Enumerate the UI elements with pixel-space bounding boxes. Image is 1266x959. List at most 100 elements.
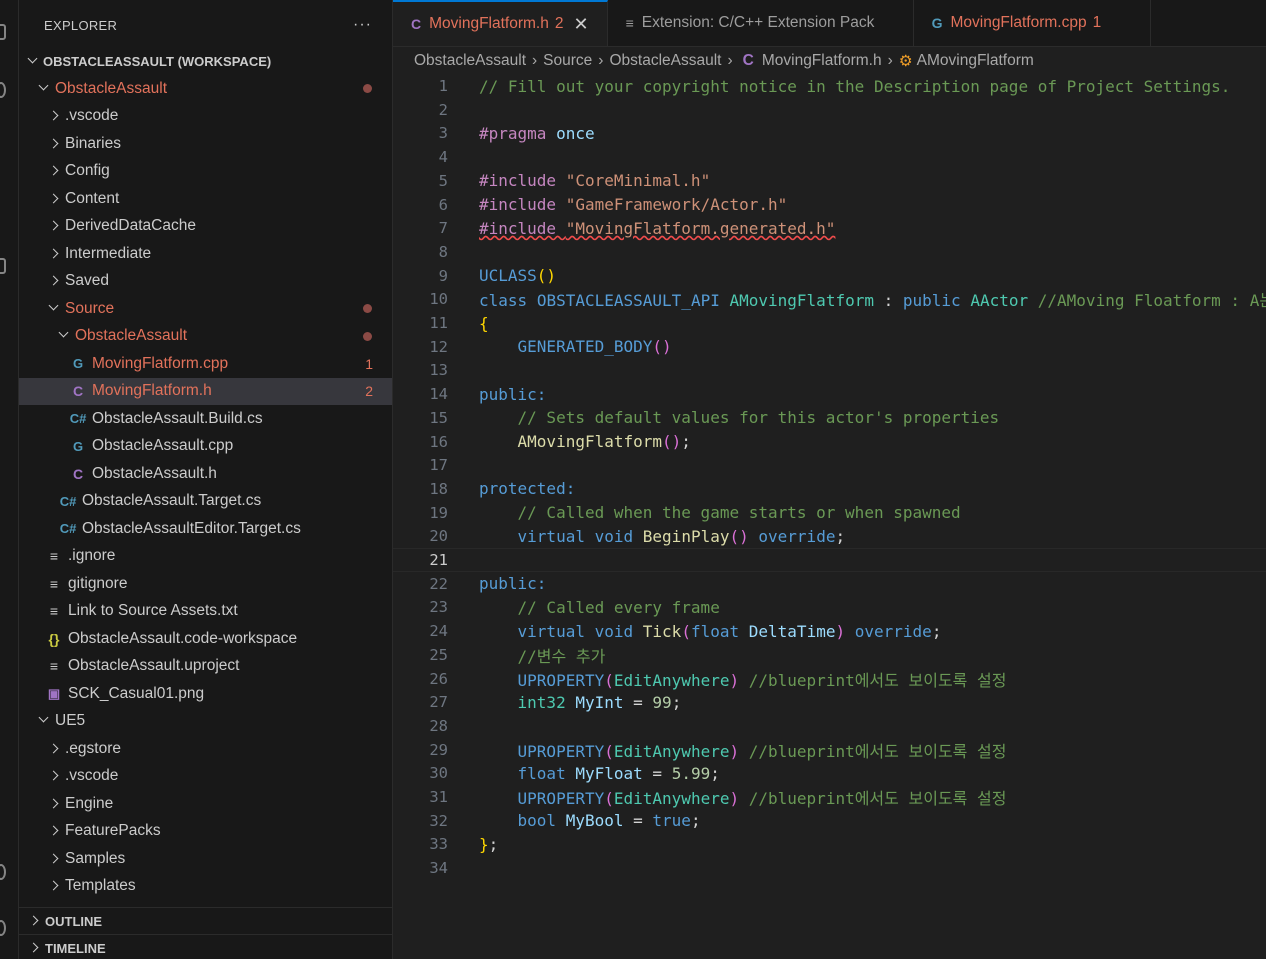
tree-item[interactable]: Templates [19,873,392,900]
code-line[interactable]: 33}; [393,832,1266,856]
tree-item[interactable]: Config [19,158,392,185]
code-line[interactable]: 14 public: [393,382,1266,406]
tree-item[interactable]: {} ObstacleAssault.code-workspace [19,625,392,652]
tree-item[interactable]: UE5 [19,708,392,735]
breadcrumb-item[interactable]: ObstacleAssault [609,52,721,70]
timeline-section[interactable]: TIMELINE [19,934,392,959]
tree-item[interactable]: Saved [19,268,392,295]
code-line[interactable]: 32 bool MyBool = true; [393,809,1266,833]
tree-item[interactable]: .vscode [19,103,392,130]
source-control-icon[interactable] [0,140,6,156]
tree-item[interactable]: ObstacleAssault [19,75,392,102]
code-line[interactable]: 28 [393,714,1266,738]
code-token: () [652,337,672,357]
code-line[interactable]: 5 #include "CoreMinimal.h" [393,169,1266,193]
code-line[interactable]: 1 // Fill out your copyright notice in th… [393,74,1266,98]
code-line[interactable]: 3 #pragma once [393,121,1266,145]
tree-item[interactable]: G MovingFlatform.cpp 1 [19,350,392,377]
tree-item[interactable]: ObstacleAssault [19,323,392,350]
breadcrumb-item[interactable]: Source [543,52,592,70]
code-line[interactable]: 8 [393,240,1266,264]
code-line[interactable]: 25 //변수 추가 [393,643,1266,667]
code-line[interactable]: 15 // Sets default values for this actor… [393,406,1266,430]
tree-item[interactable]: FeaturePacks [19,818,392,845]
outline-section[interactable]: OUTLINE [19,907,392,934]
breadcrumb-item[interactable]: MovingFlatform.h [762,52,882,70]
tree-item[interactable]: C# ObstacleAssaultEditor.Target.cs [19,515,392,542]
chevron-down-icon [45,303,61,315]
tab-extension-pack[interactable]: ≡ Extension: C/C++ Extension Pack [608,0,914,46]
tab-movingflatform-cpp[interactable]: G MovingFlatform.cpp 1 [914,0,1151,46]
line-number: 26 [429,669,448,688]
code-line[interactable]: 18 protected: [393,477,1266,501]
tree-item[interactable]: .egstore [19,735,392,762]
code-line[interactable]: 17 [393,453,1266,477]
tree-item[interactable]: G ObstacleAssault.cpp [19,433,392,460]
code-line[interactable]: 26 UPROPERTY(EditAnywhere) //blueprint에서… [393,667,1266,691]
code-line[interactable]: 21 [393,548,1266,572]
explorer-header: EXPLORER ··· [19,0,392,50]
chevron-down-icon [35,715,51,727]
tree-item[interactable]: .vscode [19,763,392,790]
tree-item[interactable]: C# ObstacleAssault.Build.cs [19,405,392,432]
tree-item[interactable]: ≡ gitignore [19,570,392,597]
code-line[interactable]: 7 #include "MovingFlatform.generated.h" [393,216,1266,240]
code-line[interactable]: 30 float MyFloat = 5.99; [393,761,1266,785]
code-token: ; [488,834,499,854]
chevron-right-icon [25,915,41,927]
workspace-root[interactable]: OBSTACLEASSAULT (WORKSPACE) [19,48,392,75]
code-line[interactable]: 12 GENERATED_BODY() [393,335,1266,359]
tree-item[interactable]: C ObstacleAssault.h [19,460,392,487]
tree-item[interactable]: Content [19,185,392,212]
code-line[interactable]: 2 [393,98,1266,122]
extensions-icon[interactable] [0,258,6,274]
run-debug-icon[interactable] [0,202,6,218]
line-number: 12 [429,337,448,356]
more-actions-icon[interactable]: ··· [353,16,372,34]
code-line[interactable]: 20 virtual void BeginPlay() override; [393,524,1266,548]
tree-item[interactable]: ≡ Link to Source Assets.txt [19,598,392,625]
code-line[interactable]: 27 int32 MyInt = 99; [393,690,1266,714]
tree-item[interactable]: ▣ SCK_Casual01.png [19,680,392,707]
breadcrumb-item[interactable]: AMovingFlatform [917,52,1034,70]
tree-item[interactable]: ≡ .ignore [19,543,392,570]
tree-item[interactable]: C MovingFlatform.h 2 [19,377,392,405]
code-line[interactable]: 23 // Called every frame [393,595,1266,619]
code-line[interactable]: 13 [393,358,1266,382]
code-line[interactable]: 31 UPROPERTY(EditAnywhere) //blueprint에서… [393,785,1266,809]
close-icon[interactable]: ✕ [573,14,588,35]
tree-item[interactable]: DerivedDataCache [19,213,392,240]
tree-item[interactable]: Engine [19,790,392,817]
code-line[interactable]: 6 #include "GameFramework/Actor.h" [393,193,1266,217]
breadcrumb-item[interactable]: ObstacleAssault [414,52,526,70]
code-token: ; [710,763,720,783]
account-icon[interactable] [0,864,6,880]
manage-gear-icon[interactable] [0,920,6,936]
code-line[interactable]: 24 virtual void Tick(float DeltaTime) ov… [393,619,1266,643]
tab-movingflatform-h[interactable]: C MovingFlatform.h 2 ✕ [393,0,608,46]
code-line[interactable]: 4 [393,145,1266,169]
code-token: //AMoving Floatform : A는 [1037,291,1266,311]
tree-item-label: gitignore [68,574,128,592]
code-line[interactable]: 9 UCLASS() [393,264,1266,288]
code-line[interactable]: 29 UPROPERTY(EditAnywhere) //blueprint에서… [393,738,1266,762]
tree-item[interactable]: ≡ ObstacleAssault.uproject [19,653,392,680]
search-icon[interactable] [0,82,6,98]
tree-item[interactable]: Binaries [19,130,392,157]
code-token: : [873,291,903,311]
tree-item[interactable]: Intermediate [19,240,392,267]
code-line[interactable]: 22 public: [393,572,1266,596]
code-line[interactable]: 16 AMovingFlatform(); [393,430,1266,454]
tree-item[interactable]: Source [19,295,392,322]
tree-item[interactable]: Samples [19,845,392,872]
tree-item[interactable]: C# ObstacleAssault.Target.cs [19,488,392,515]
code-line[interactable]: 11 { [393,311,1266,335]
line-number: 31 [429,788,448,806]
code-line[interactable]: 19 // Called when the game starts or whe… [393,501,1266,525]
explorer-icon[interactable] [0,24,6,40]
code-line[interactable]: 34 [393,856,1266,880]
line-number: 29 [429,740,448,759]
code-line[interactable]: 10 class OBSTACLEASSAULT_API AMovingFlatf… [393,287,1266,311]
